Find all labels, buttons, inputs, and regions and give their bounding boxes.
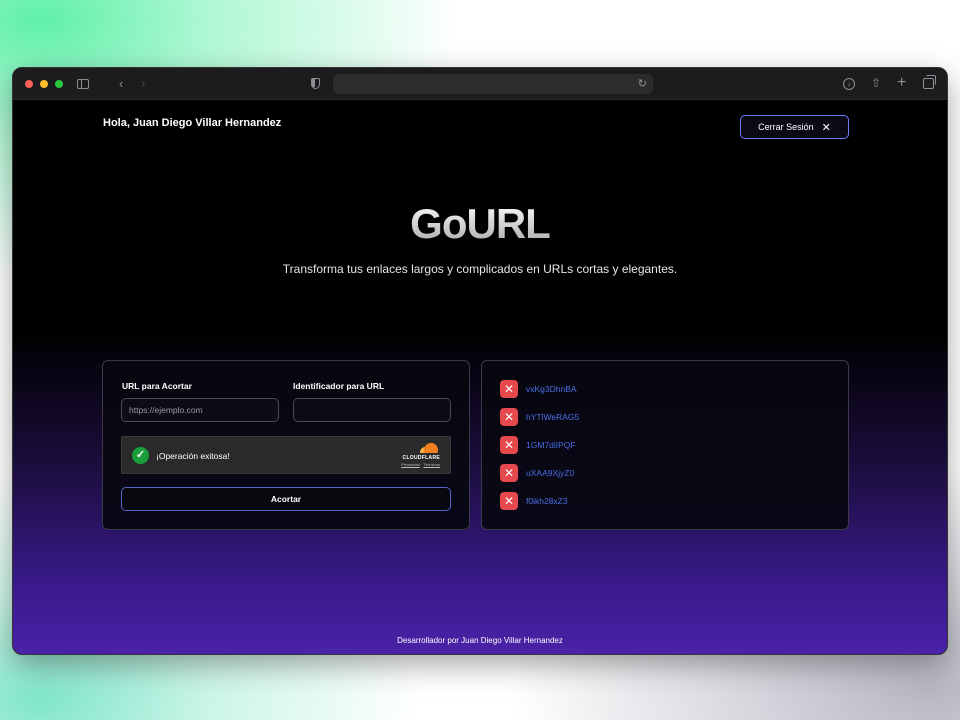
identifier-input[interactable]	[293, 398, 451, 422]
logout-button[interactable]: Cerrar Sesión ✕	[740, 115, 849, 139]
list-item: ✕ hYTlWeRAG5	[500, 408, 579, 426]
back-icon[interactable]: ‹	[119, 77, 123, 90]
url-input[interactable]	[121, 398, 279, 422]
delete-link-button[interactable]: ✕	[500, 492, 518, 510]
delete-link-button[interactable]: ✕	[500, 408, 518, 426]
page-content: Hola, Juan Diego Villar Hernandez Cerrar…	[13, 100, 947, 654]
page-subtitle: Transforma tus enlaces largos y complica…	[282, 262, 678, 276]
zoom-window-button[interactable]	[55, 79, 63, 88]
logout-label: Cerrar Sesión	[758, 122, 814, 132]
short-link[interactable]: hYTlWeRAG5	[526, 412, 579, 422]
list-item: ✕ f0ikh28xZ3	[500, 492, 568, 510]
reload-icon[interactable]: ↻	[638, 77, 647, 90]
delete-link-button[interactable]: ✕	[500, 380, 518, 398]
browser-window: ‹ › ↻ ↓ ⇧ + Hola, Juan Diego Villar Hern…	[12, 67, 948, 655]
short-link[interactable]: vxKg3DhnBA	[526, 384, 577, 394]
url-label: URL para Acortar	[122, 381, 192, 391]
window-controls	[25, 79, 63, 88]
download-icon[interactable]: ↓	[843, 78, 855, 90]
list-item: ✕ 1GM7diIPQF	[500, 436, 576, 454]
share-icon[interactable]: ⇧	[871, 77, 881, 89]
tab-overview-icon[interactable]	[923, 75, 936, 89]
close-window-button[interactable]	[25, 79, 33, 88]
page-title: GoURL	[13, 200, 947, 248]
captcha-status: ¡Operación exitosa!	[156, 451, 230, 461]
captcha-widget[interactable]: ✓ ¡Operación exitosa! CLOUDFLARE Privaci…	[121, 436, 451, 474]
shorten-button[interactable]: Acortar	[121, 487, 451, 511]
user-greeting: Hola, Juan Diego Villar Hernandez	[103, 117, 282, 129]
privacy-shield-icon[interactable]	[311, 78, 320, 89]
minimize-window-button[interactable]	[40, 79, 48, 88]
cloud-icon	[416, 443, 440, 455]
forward-icon[interactable]: ›	[141, 77, 145, 90]
shorten-form-card: URL para Acortar Identificador para URL …	[102, 360, 470, 530]
delete-link-button[interactable]: ✕	[500, 436, 518, 454]
cloudflare-logo: CLOUDFLARE Privacidad · Términos	[396, 443, 440, 469]
browser-toolbar: ‹ › ↻ ↓ ⇧ +	[13, 68, 947, 100]
close-icon: ✕	[821, 121, 831, 134]
captcha-links: Privacidad · Términos	[401, 462, 440, 467]
short-link[interactable]: f0ikh28xZ3	[526, 496, 568, 506]
captcha-brand: CLOUDFLARE	[402, 455, 440, 461]
short-link[interactable]: 1GM7diIPQF	[526, 440, 576, 450]
terms-link[interactable]: Términos	[423, 462, 440, 467]
privacy-link[interactable]: Privacidad	[401, 462, 420, 467]
list-item: ✕ uXAA9XjyZ0	[500, 464, 574, 482]
short-link[interactable]: uXAA9XjyZ0	[526, 468, 574, 478]
footer-credit: Desarrollador por Juan Diego Villar Hern…	[397, 636, 563, 645]
identifier-label: Identificador para URL	[293, 381, 385, 391]
delete-link-button[interactable]: ✕	[500, 464, 518, 482]
new-tab-icon[interactable]: +	[897, 75, 906, 91]
short-links-card: ✕ vxKg3DhnBA ✕ hYTlWeRAG5 ✕ 1GM7diIPQF ✕…	[481, 360, 849, 530]
list-item: ✕ vxKg3DhnBA	[500, 380, 577, 398]
address-bar[interactable]: ↻	[333, 74, 653, 94]
check-icon: ✓	[132, 447, 149, 464]
sidebar-toggle-icon[interactable]	[77, 79, 89, 89]
